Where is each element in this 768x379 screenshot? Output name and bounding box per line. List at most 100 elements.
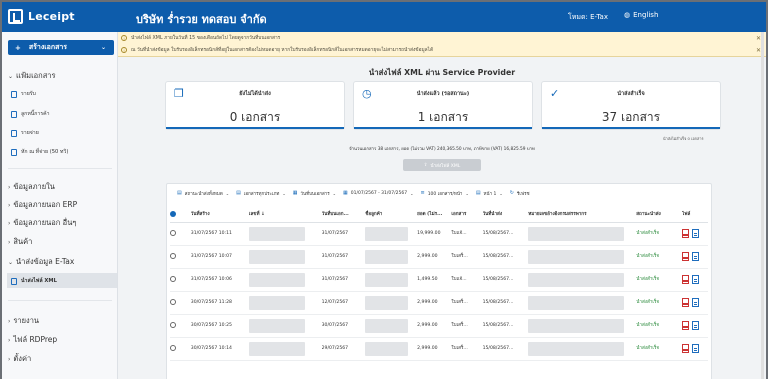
xml-file-icon[interactable] <box>691 275 699 284</box>
col-file: ไฟล์ <box>681 208 708 223</box>
amount-cell: 19,999.00 <box>417 222 452 246</box>
scrollbar[interactable] <box>761 32 764 379</box>
created-cell: 31/07/2567 10:07 <box>190 245 249 269</box>
page-select[interactable]: ▤ หน้า 1 ⌄ <box>476 190 503 197</box>
pdf-file-icon[interactable] <box>681 298 689 307</box>
file-cell <box>681 222 708 246</box>
col-reference[interactable]: หมายเลขอ้างอิงกรมสรรพากร <box>528 208 637 223</box>
row-select[interactable] <box>170 245 191 269</box>
sidebar-section-products[interactable]: › สินค้า <box>8 236 32 248</box>
send-xml-label: นำส่งไฟล์ XML <box>430 163 461 169</box>
row-radio[interactable] <box>170 229 176 236</box>
table-row[interactable]: 30/07/2567 10:25 30/07/2567 2,999.00 ใบเสร็… <box>170 314 708 338</box>
table-row[interactable]: 31/07/2567 10:07 31/07/2567 2,999.00 ใบเสร็… <box>170 245 708 269</box>
sent-date-cell: 15/08/2567... <box>482 314 529 338</box>
pdf-file-icon[interactable] <box>681 321 689 330</box>
redacted-block <box>365 318 409 333</box>
xml-file-icon[interactable] <box>691 344 699 353</box>
col-created[interactable]: วันที่สร้าง <box>190 208 249 223</box>
table-row[interactable]: 30/07/2567 10:14 29/07/2567 2,999.00 ใบเสร็… <box>170 337 708 361</box>
file-cell <box>681 291 708 315</box>
doctype-filter[interactable]: ▤ เอกสารทุกประเภท ⌄ <box>236 190 286 197</box>
table-row[interactable]: 30/07/2567 11:28 12/07/2567 2,999.00 ใบเสร็… <box>170 291 708 315</box>
document-icon <box>11 148 17 156</box>
sidebar-section-settings[interactable]: › ตั้งค่า <box>8 353 31 365</box>
row-radio[interactable] <box>170 252 176 259</box>
chevron-down-icon: ⌄ <box>465 190 469 196</box>
language-switcher[interactable]: ◍ English <box>624 11 658 19</box>
status-cell: นำส่งสำเร็จ <box>636 268 682 292</box>
table-row[interactable]: 31/07/2567 10:11 31/07/2567 19,999.00 ใบแจ้… <box>170 222 708 246</box>
date-type-filter[interactable]: ▦ วันที่บนเอกสาร ⌄ <box>293 190 336 197</box>
xml-file-icon[interactable] <box>691 252 699 261</box>
col-amount[interactable]: ยอด (ไม่ร... <box>417 208 452 223</box>
sidebar-section-erp[interactable]: › ข้อมูลภายนอก ERP <box>8 199 77 211</box>
sidebar-item-expenses[interactable]: รายจ่าย <box>11 129 39 137</box>
row-radio[interactable] <box>170 344 176 351</box>
pdf-file-icon[interactable] <box>681 275 689 284</box>
status-filter[interactable]: ▤ สถานะนำส่งทั้งหมด ⌄ <box>177 190 229 197</box>
select-all-header[interactable] <box>170 208 191 223</box>
col-number[interactable]: เลขที่ ↓ <box>248 208 322 223</box>
pdf-file-icon[interactable] <box>681 344 689 353</box>
calendar-icon: ▦ <box>343 190 348 196</box>
pdf-file-icon[interactable] <box>681 229 689 238</box>
row-radio[interactable] <box>170 321 176 328</box>
section-label: นำส่งข้อมูล E-Tax <box>16 257 75 266</box>
refresh-label: รีเฟรช <box>516 191 530 197</box>
col-doc-date[interactable]: วันที่บนเอก... <box>321 208 366 223</box>
sidebar-section-reports[interactable]: › รายงาน <box>8 315 39 327</box>
col-customer[interactable]: ชื่อลูกค้า <box>365 208 418 223</box>
xml-file-icon[interactable] <box>691 298 699 307</box>
company-name[interactable]: บริษัท ร่ำรวย ทดสอบ จำกัด <box>136 10 267 28</box>
doc-cell: ใบเสร็... <box>451 245 483 269</box>
logo[interactable]: Leceipt <box>8 9 75 24</box>
page-size-select[interactable]: ≡ 100 เอกสาร/หน้า ⌄ <box>420 190 468 197</box>
date-range-filter[interactable]: ▦ 01/07/2567 - 31/07/2567 ⌄ <box>343 190 413 196</box>
section-label: ไฟล์ RDPrep <box>13 335 58 344</box>
card-success: ✓ นำส่งสำเร็จ 37 เอกสาร <box>541 81 721 130</box>
col-status[interactable]: สถานะนำส่ง <box>636 208 682 223</box>
row-radio[interactable] <box>170 298 176 305</box>
sidebar-item-withholding[interactable]: หัก ณ ที่จ่าย (50 ทวิ) <box>11 148 68 156</box>
redacted-block <box>365 295 409 310</box>
sidebar-section-rdprep[interactable]: › ไฟล์ RDPrep <box>8 334 57 346</box>
sidebar-item-send-xml[interactable]: นำส่งไฟล์ XML <box>11 277 57 285</box>
row-select[interactable] <box>170 222 191 246</box>
redacted-block <box>248 295 305 310</box>
select-all-checkbox[interactable] <box>170 210 176 217</box>
sidebar-item-income[interactable]: รายรับ <box>11 90 36 98</box>
row-radio[interactable] <box>170 275 176 282</box>
create-document-button[interactable]: + สร้างเอกสาร ⌄ <box>8 40 114 55</box>
send-xml-button[interactable]: ⇪ นำส่งไฟล์ XML <box>403 159 481 171</box>
pdf-file-icon[interactable] <box>681 252 689 261</box>
file-cell <box>681 245 708 269</box>
table-row[interactable]: 31/07/2567 10:06 31/07/2567 1,499.50 ใบแจ้.… <box>170 268 708 292</box>
sidebar-item-receivables[interactable]: ลูกหนี้การค้า <box>11 110 50 118</box>
col-sent-date[interactable]: วันที่นำส่ง <box>482 208 529 223</box>
mode-indicator[interactable]: โหมด: E-Tax <box>568 12 608 23</box>
row-select[interactable] <box>170 314 191 338</box>
xml-file-icon[interactable] <box>691 321 699 330</box>
sidebar-section-internal[interactable]: › ข้อมูลภายใน <box>8 181 55 193</box>
refresh-button[interactable]: ↻ รีเฟรช <box>510 190 530 197</box>
section-label: รายงาน <box>13 316 40 325</box>
file-cell <box>681 268 708 292</box>
sidebar-item-label: รายจ่าย <box>21 130 39 136</box>
row-select[interactable] <box>170 337 191 361</box>
status-cell: นำส่งสำเร็จ <box>636 245 682 269</box>
sidebar-section-etax[interactable]: ⌄ นำส่งข้อมูล E-Tax <box>8 256 74 268</box>
row-select[interactable] <box>170 291 191 315</box>
sidebar-section-external-other[interactable]: › ข้อมูลภายนอก อื่นๆ <box>8 217 76 229</box>
created-cell: 31/07/2567 10:11 <box>190 222 249 246</box>
reference-cell <box>528 337 637 361</box>
created-cell: 30/07/2567 11:28 <box>190 291 249 315</box>
created-cell: 30/07/2567 10:25 <box>190 314 249 338</box>
sidebar-section-documents[interactable]: ⌄ แฟ้มเอกสาร <box>8 70 56 82</box>
row-select[interactable] <box>170 268 191 292</box>
xml-file-icon[interactable] <box>691 229 699 238</box>
col-doc[interactable]: เอกสาร <box>451 208 483 223</box>
alert-banner: i ณ วันที่นำส่งข้อมูล ใบรับรองอิเล็กทรอน… <box>118 44 766 56</box>
redacted-block <box>365 226 409 241</box>
card-value: 37 เอกสาร <box>601 110 661 124</box>
